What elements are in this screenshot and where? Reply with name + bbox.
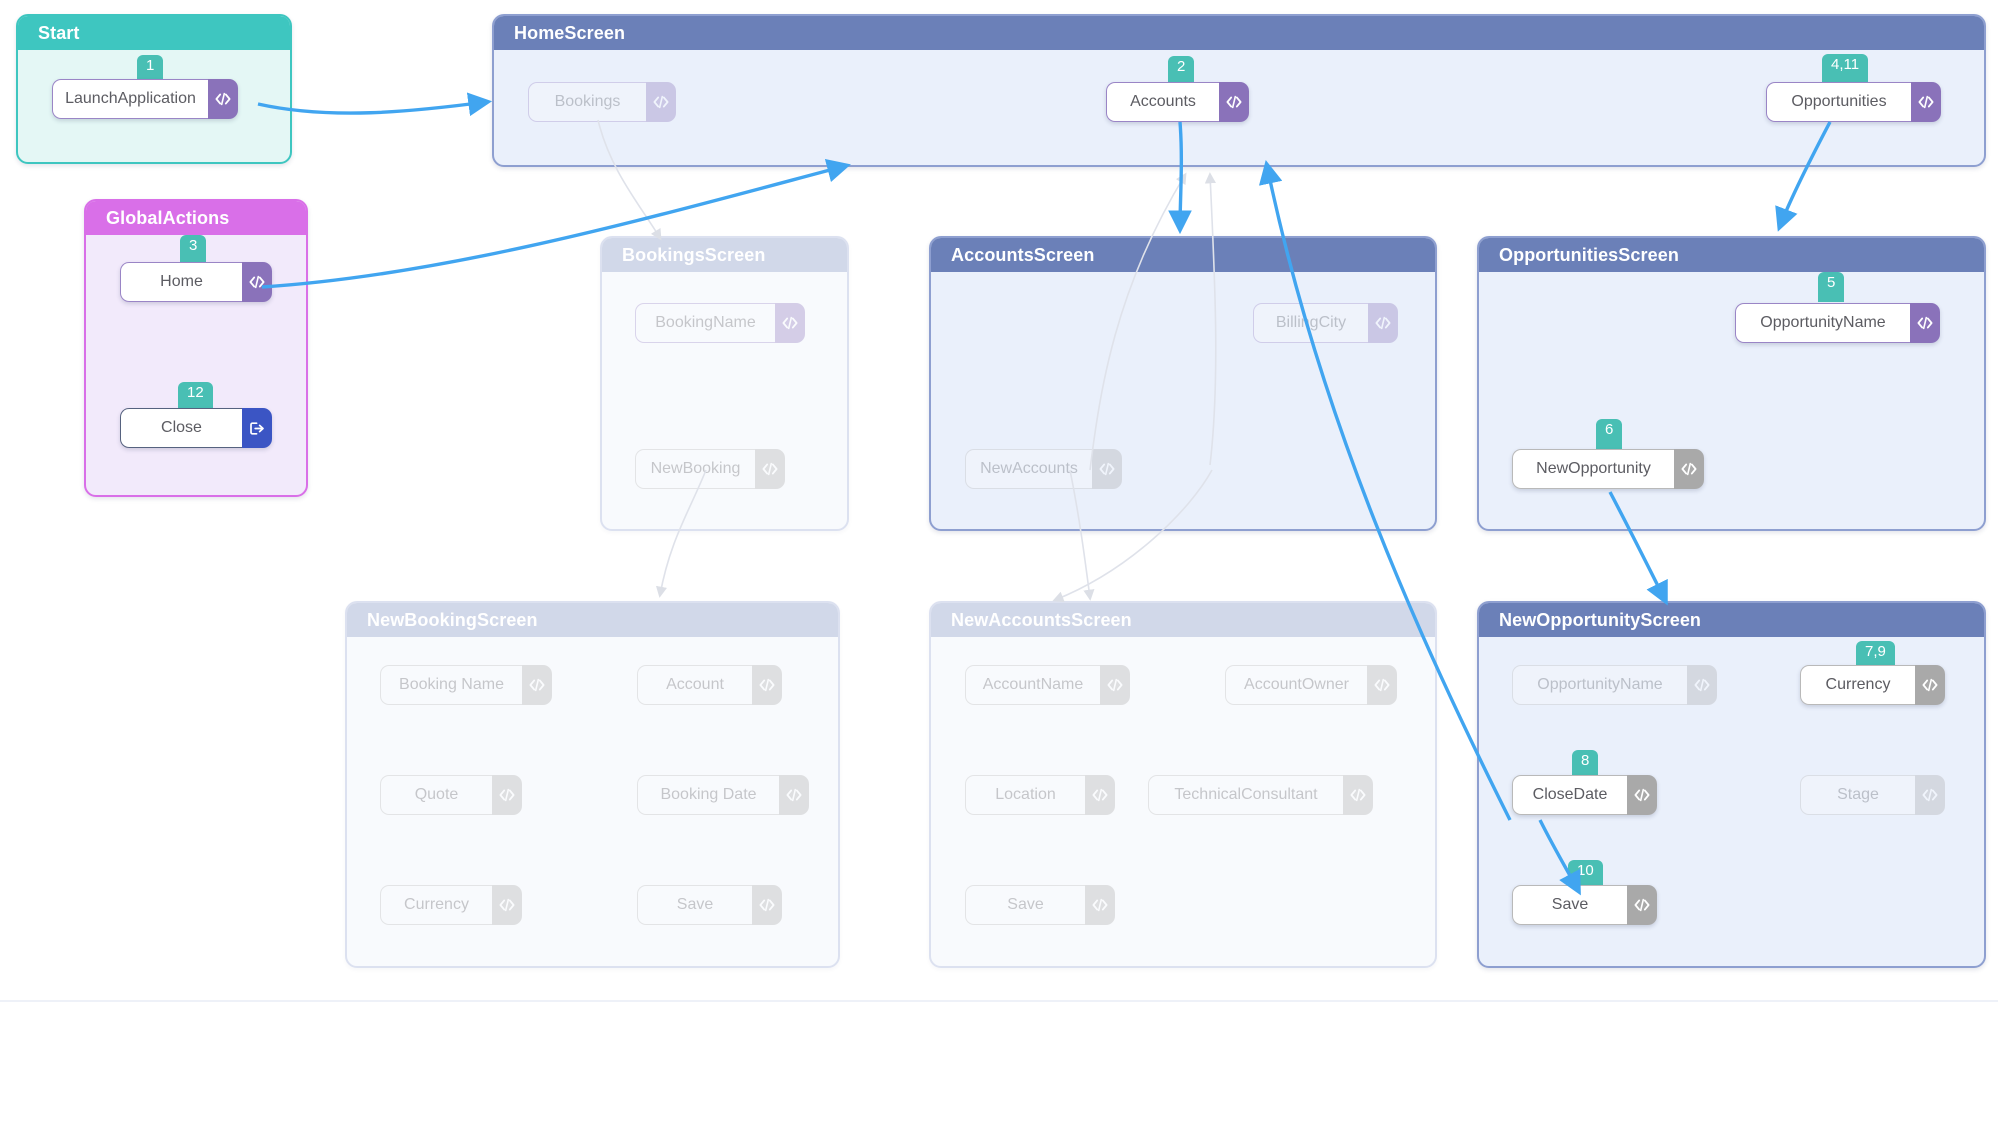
code-icon[interactable] <box>522 665 552 705</box>
node-newopportunity[interactable]: NewOpportunity <box>1512 449 1704 489</box>
node-label: Home <box>120 262 242 302</box>
code-icon[interactable] <box>646 82 676 122</box>
group-title: HomeScreen <box>494 16 1984 50</box>
group-title: NewBookingScreen <box>347 603 838 637</box>
node-quote[interactable]: Quote <box>380 775 522 815</box>
node-label: Booking Date <box>637 775 779 815</box>
code-icon[interactable] <box>775 303 805 343</box>
node-label: AccountName <box>965 665 1100 705</box>
node-bookingname[interactable]: BookingName <box>635 303 805 343</box>
code-icon[interactable] <box>1219 82 1249 122</box>
node-bookingname-new[interactable]: Booking Name <box>380 665 552 705</box>
code-icon[interactable] <box>492 775 522 815</box>
node-close[interactable]: Close <box>120 408 272 448</box>
node-account[interactable]: Account <box>637 665 782 705</box>
node-label: TechnicalConsultant <box>1148 775 1343 815</box>
node-label: CloseDate <box>1512 775 1627 815</box>
code-icon[interactable] <box>1343 775 1373 815</box>
node-label: Save <box>1512 885 1627 925</box>
node-label: Close <box>120 408 242 448</box>
node-label: Quote <box>380 775 492 815</box>
node-save-booking[interactable]: Save <box>637 885 782 925</box>
group-title: BookingsScreen <box>602 238 847 272</box>
node-label: Currency <box>1800 665 1915 705</box>
group-title: GlobalActions <box>86 201 306 235</box>
node-label: AccountOwner <box>1225 665 1367 705</box>
node-label: NewBooking <box>635 449 755 489</box>
node-label: Location <box>965 775 1085 815</box>
group-title: NewAccountsScreen <box>931 603 1435 637</box>
node-opportunityname-new[interactable]: OpportunityName <box>1512 665 1717 705</box>
step-badge: 5 <box>1818 272 1845 302</box>
code-icon[interactable] <box>1092 449 1122 489</box>
code-icon[interactable] <box>1915 665 1945 705</box>
node-accountname[interactable]: AccountName <box>965 665 1130 705</box>
code-icon[interactable] <box>1674 449 1704 489</box>
code-icon[interactable] <box>1915 775 1945 815</box>
node-label: Save <box>965 885 1085 925</box>
node-bookings[interactable]: Bookings <box>528 82 676 122</box>
group-title: OpportunitiesScreen <box>1479 238 1984 272</box>
code-icon[interactable] <box>1368 303 1398 343</box>
code-icon[interactable] <box>752 885 782 925</box>
node-label: Opportunities <box>1766 82 1911 122</box>
code-icon[interactable] <box>1627 885 1657 925</box>
code-icon[interactable] <box>755 449 785 489</box>
group-title: NewOpportunityScreen <box>1479 603 1984 637</box>
node-label: NewAccounts <box>965 449 1092 489</box>
node-stage[interactable]: Stage <box>1800 775 1945 815</box>
node-accountowner[interactable]: AccountOwner <box>1225 665 1397 705</box>
node-closedate[interactable]: CloseDate <box>1512 775 1657 815</box>
code-icon[interactable] <box>1910 303 1940 343</box>
node-label: NewOpportunity <box>1512 449 1674 489</box>
step-badge: 4,11 <box>1822 54 1869 84</box>
node-currency-booking[interactable]: Currency <box>380 885 522 925</box>
code-icon[interactable] <box>242 262 272 302</box>
node-label: OpportunityName <box>1735 303 1910 343</box>
node-label: Account <box>637 665 752 705</box>
node-billingcity[interactable]: BillingCity <box>1253 303 1398 343</box>
exit-icon[interactable] <box>242 408 272 448</box>
code-icon[interactable] <box>779 775 809 815</box>
node-accounts[interactable]: Accounts <box>1106 82 1249 122</box>
code-icon[interactable] <box>492 885 522 925</box>
node-bookingdate[interactable]: Booking Date <box>637 775 809 815</box>
code-icon[interactable] <box>1687 665 1717 705</box>
node-opportunityname[interactable]: OpportunityName <box>1735 303 1940 343</box>
node-home[interactable]: Home <box>120 262 272 302</box>
node-save-accounts[interactable]: Save <box>965 885 1115 925</box>
node-label: Save <box>637 885 752 925</box>
node-newaccounts[interactable]: NewAccounts <box>965 449 1122 489</box>
node-label: Bookings <box>528 82 646 122</box>
code-icon[interactable] <box>1100 665 1130 705</box>
node-opportunities[interactable]: Opportunities <box>1766 82 1941 122</box>
step-badge: 6 <box>1596 419 1623 449</box>
code-icon[interactable] <box>752 665 782 705</box>
section-divider <box>0 1000 1998 1002</box>
code-icon[interactable] <box>1911 82 1941 122</box>
node-launchapplication[interactable]: LaunchApplication <box>52 79 238 119</box>
node-label: OpportunityName <box>1512 665 1687 705</box>
node-label: Stage <box>1800 775 1915 815</box>
node-currency-opportunity[interactable]: Currency <box>1800 665 1945 705</box>
step-badge: 3 <box>180 235 207 265</box>
code-icon[interactable] <box>208 79 238 119</box>
node-label: LaunchApplication <box>52 79 208 119</box>
node-label: Currency <box>380 885 492 925</box>
group-title: AccountsScreen <box>931 238 1435 272</box>
code-icon[interactable] <box>1627 775 1657 815</box>
node-label: BookingName <box>635 303 775 343</box>
node-newbooking[interactable]: NewBooking <box>635 449 785 489</box>
code-icon[interactable] <box>1367 665 1397 705</box>
node-save-opportunity[interactable]: Save <box>1512 885 1657 925</box>
node-label: BillingCity <box>1253 303 1368 343</box>
node-technicalconsultant[interactable]: TechnicalConsultant <box>1148 775 1373 815</box>
flow-canvas[interactable]: Start 1 LaunchApplication GlobalActions … <box>0 0 1998 1125</box>
code-icon[interactable] <box>1085 885 1115 925</box>
code-icon[interactable] <box>1085 775 1115 815</box>
node-label: Accounts <box>1106 82 1219 122</box>
node-location[interactable]: Location <box>965 775 1115 815</box>
group-title: Start <box>18 16 290 50</box>
node-label: Booking Name <box>380 665 522 705</box>
